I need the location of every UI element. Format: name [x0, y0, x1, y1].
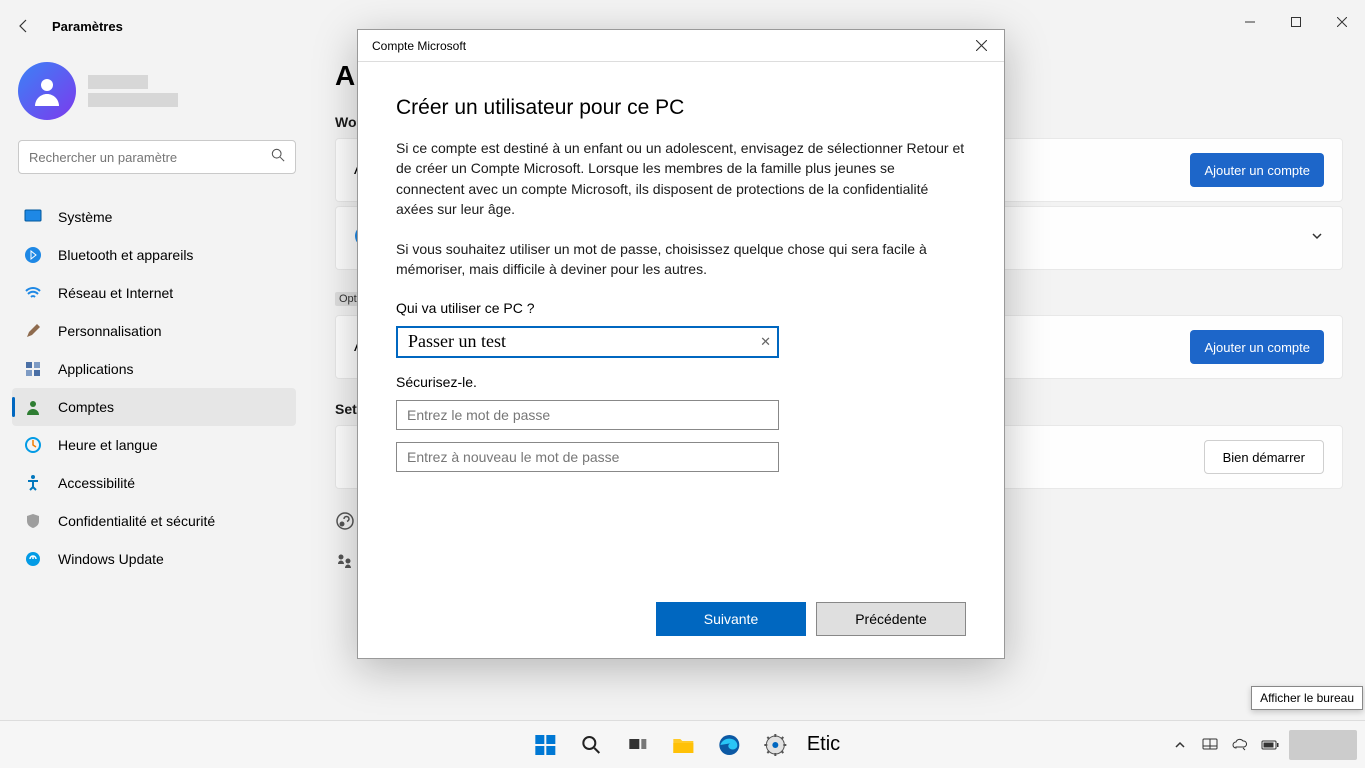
- back-button[interactable]: [14, 16, 34, 36]
- wifi-icon: [24, 284, 42, 302]
- settings-taskbar-button[interactable]: [755, 725, 795, 765]
- sidebar-item-windows-update[interactable]: Windows Update: [12, 540, 296, 578]
- maximize-button[interactable]: [1273, 0, 1319, 44]
- search-field[interactable]: [18, 140, 296, 174]
- minimize-button[interactable]: [1227, 0, 1273, 44]
- user-name-placeholder: [88, 75, 148, 89]
- sidebar-item-label: Bluetooth et appareils: [58, 247, 193, 263]
- touchpad-tray-icon[interactable]: [1199, 734, 1221, 756]
- sidebar-item-label: Windows Update: [58, 551, 164, 567]
- clear-input-button[interactable]: ✕: [760, 334, 771, 350]
- sidebar-item-accessibility[interactable]: Accessibilité: [12, 464, 296, 502]
- chevron-down-icon: [1310, 229, 1324, 248]
- next-button[interactable]: Suivante: [656, 602, 806, 636]
- sidebar-item-label: Comptes: [58, 399, 114, 415]
- sidebar-item-label: Accessibilité: [58, 475, 135, 491]
- sidebar-item-label: Applications: [58, 361, 134, 377]
- sidebar-item-apps[interactable]: Applications: [12, 350, 296, 388]
- sidebar-item-label: Système: [58, 209, 112, 225]
- start-button[interactable]: [525, 725, 565, 765]
- taskbar: Etic: [0, 720, 1365, 768]
- username-label: Qui va utiliser ce PC ?: [396, 300, 966, 316]
- dialog-paragraph-1: Si ce compte est destiné à un enfant ou …: [396, 138, 966, 219]
- edge-button[interactable]: [709, 725, 749, 765]
- show-desktop-tooltip: Afficher le bureau: [1251, 686, 1363, 710]
- person-icon: [24, 398, 42, 416]
- sidebar-item-system[interactable]: Système: [12, 198, 296, 236]
- apps-icon: [24, 360, 42, 378]
- sidebar-item-bluetooth[interactable]: Bluetooth et appareils: [12, 236, 296, 274]
- sidebar-item-label: Heure et langue: [58, 437, 158, 453]
- tray-overflow-button[interactable]: [1169, 734, 1191, 756]
- username-input[interactable]: [396, 326, 779, 358]
- user-block: [18, 62, 178, 120]
- add-account-button-1[interactable]: Ajouter un compte: [1190, 153, 1324, 187]
- password-input[interactable]: Entrez le mot de passe: [396, 400, 779, 430]
- user-email-placeholder: [88, 93, 178, 107]
- accessibility-icon: [24, 474, 42, 492]
- bluetooth-icon: [24, 246, 42, 264]
- sidebar: Système Bluetooth et appareils Réseau et…: [12, 198, 296, 578]
- search-input[interactable]: [29, 150, 271, 165]
- brush-icon: [24, 322, 42, 340]
- shield-icon: [24, 512, 42, 530]
- search-icon: [271, 148, 285, 167]
- dialog-close-button[interactable]: [968, 33, 994, 59]
- sidebar-item-network[interactable]: Réseau et Internet: [12, 274, 296, 312]
- sidebar-item-personalization[interactable]: Personnalisation: [12, 312, 296, 350]
- secure-label: Sécurisez-le.: [396, 374, 966, 390]
- task-view-button[interactable]: [617, 725, 657, 765]
- taskbar-app-label[interactable]: Etic: [807, 733, 840, 756]
- microsoft-account-dialog: Compte Microsoft Créer un utilisateur po…: [357, 29, 1005, 659]
- tray-clock-placeholder[interactable]: [1289, 730, 1357, 760]
- file-explorer-button[interactable]: [663, 725, 703, 765]
- sidebar-item-accounts[interactable]: Comptes: [12, 388, 296, 426]
- close-button[interactable]: [1319, 0, 1365, 44]
- sidebar-item-label: Réseau et Internet: [58, 285, 173, 301]
- avatar: [18, 62, 76, 120]
- previous-button[interactable]: Précédente: [816, 602, 966, 636]
- dialog-paragraph-2: Si vous souhaitez utiliser un mot de pas…: [396, 239, 966, 280]
- onedrive-tray-icon[interactable]: [1229, 734, 1251, 756]
- taskbar-search-button[interactable]: [571, 725, 611, 765]
- battery-tray-icon[interactable]: [1259, 734, 1281, 756]
- sidebar-item-privacy-security[interactable]: Confidentialité et sécurité: [12, 502, 296, 540]
- app-title: Paramètres: [52, 19, 123, 34]
- update-icon: [24, 550, 42, 568]
- monitor-icon: [24, 208, 42, 226]
- password-confirm-input[interactable]: Entrez à nouveau le mot de passe: [396, 442, 779, 472]
- sidebar-item-label: Confidentialité et sécurité: [58, 513, 215, 529]
- add-account-button-2[interactable]: Ajouter un compte: [1190, 330, 1324, 364]
- sidebar-item-time-language[interactable]: Heure et langue: [12, 426, 296, 464]
- sidebar-item-label: Personnalisation: [58, 323, 162, 339]
- dialog-title: Compte Microsoft: [372, 39, 466, 53]
- dialog-heading: Créer un utilisateur pour ce PC: [396, 96, 966, 120]
- globe-clock-icon: [24, 436, 42, 454]
- get-started-button[interactable]: Bien démarrer: [1204, 440, 1324, 474]
